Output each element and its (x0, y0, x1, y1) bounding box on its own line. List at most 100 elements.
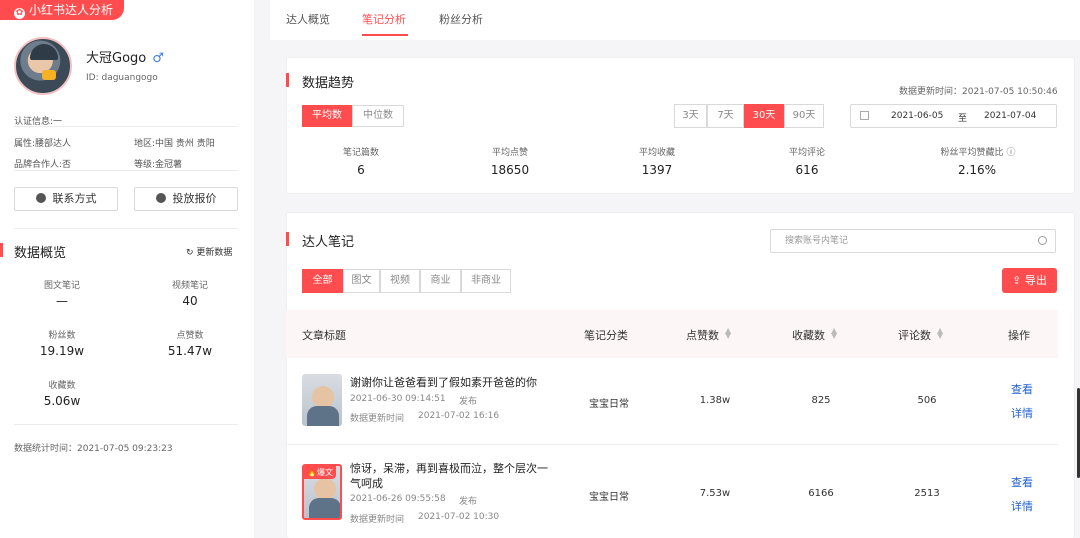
note-update-time: 2021-07-02 10:30 (418, 512, 500, 522)
filter-image-text[interactable]: 图文 (343, 269, 380, 293)
metric-value: 18650 (490, 163, 530, 177)
metric-value: 616 (795, 163, 819, 177)
note-likes: 1.38w (699, 395, 731, 406)
stat-value: — (56, 294, 68, 308)
note-favs: 825 (811, 395, 831, 406)
note-update-label: 数据更新时间 (350, 515, 405, 525)
eye-icon (35, 193, 46, 203)
metric-label: 平均评论 (788, 148, 825, 158)
region-info: 地区:中国 贵州 贵阳 (134, 139, 215, 149)
date-range-picker[interactable]: 2021-06-05 至 2021-07-04 (850, 104, 1057, 128)
note-thumbnail[interactable]: 🔥爆文 (302, 464, 342, 520)
note-publish: 发布 (459, 497, 478, 507)
mode-median[interactable]: 中位数 (352, 105, 404, 127)
app-badge: ✿ 小红书达人分析 (0, 0, 124, 20)
metric-value: 6 (357, 163, 365, 177)
trend-update-time: 数据更新时间：2021-07-05 10:50:46 (899, 87, 1058, 97)
mode-average[interactable]: 平均数 (302, 105, 352, 127)
note-search-input[interactable]: 搜索账号内笔记 (770, 229, 1056, 253)
tab-notes[interactable]: 笔记分析 (362, 11, 406, 27)
note-likes: 7.53w (699, 488, 731, 499)
view-link[interactable]: 查看 (1011, 474, 1033, 490)
help-icon[interactable]: ⓘ (1006, 148, 1015, 158)
money-icon (155, 193, 166, 203)
sort-icon: ▲ ▼ (725, 326, 732, 340)
fire-icon: 🔥 (307, 468, 317, 477)
search-icon[interactable] (1038, 236, 1047, 245)
filter-video[interactable]: 视频 (380, 269, 420, 293)
stat-label: 粉丝数 (48, 331, 76, 341)
sort-icon: ▲ ▼ (937, 326, 944, 340)
metric-label: 笔记篇数 (342, 148, 379, 158)
stat-time: 数据统计时间：2021-07-05 09:23:23 (14, 444, 173, 454)
metric-label: 平均收藏 (638, 148, 675, 158)
date-to: 2021-07-04 (984, 111, 1037, 121)
range-90d[interactable]: 90天 (784, 104, 824, 128)
detail-link[interactable]: 详情 (1011, 498, 1033, 514)
range-30d[interactable]: 30天 (744, 104, 784, 128)
col-favs[interactable]: 收藏数 ▲ ▼ (792, 327, 837, 343)
export-button[interactable]: ⇪ 导出 (1002, 268, 1057, 293)
app-badge-label: 小红书达人分析 (29, 3, 114, 17)
date-from: 2021-06-05 (891, 111, 944, 121)
note-update-time: 2021-07-02 16:16 (418, 411, 500, 421)
col-comments[interactable]: 评论数 ▲ ▼ (898, 327, 943, 343)
note-date: 2021-06-26 09:55:58 (350, 494, 446, 504)
overview-title: 数据概览 (14, 246, 67, 261)
refresh-icon: ↻ (186, 248, 197, 258)
stat-value: 40 (182, 294, 198, 308)
note-comments: 506 (917, 395, 937, 406)
tab-bar: 达人概览 笔记分析 粉丝分析 (270, 0, 1080, 40)
stat-value: 19.19w (39, 344, 85, 358)
range-7d[interactable]: 7天 (707, 104, 744, 128)
male-icon: ♂ (152, 51, 164, 66)
detail-link[interactable]: 详情 (1011, 405, 1033, 421)
stat-value: 5.06w (43, 394, 81, 408)
view-link[interactable]: 查看 (1011, 381, 1033, 397)
metric-label: 粉丝平均赞藏比 ⓘ (940, 148, 1016, 158)
hot-badge: 🔥爆文 (304, 466, 336, 479)
note-category: 宝宝日常 (589, 399, 629, 410)
stat-label: 图文笔记 (43, 281, 80, 291)
filter-all[interactable]: 全部 (302, 269, 343, 293)
calendar-icon (860, 111, 869, 120)
export-icon: ⇪ (1012, 274, 1025, 287)
note-comments: 2513 (914, 488, 940, 499)
level-info: 等级:金冠薯 (134, 160, 183, 170)
col-likes[interactable]: 点赞数 ▲ ▼ (686, 327, 731, 343)
filter-commercial[interactable]: 商业 (420, 269, 461, 293)
profile-name: 大冠Gogo ♂ (86, 51, 164, 66)
note-date: 2021-06-30 09:14:51 (350, 394, 446, 404)
brand-info: 品牌合作人:否 (14, 160, 72, 170)
stat-value: 51.47w (167, 344, 213, 358)
tab-indicator (362, 34, 408, 36)
sidebar: ✿ 小红书达人分析 大冠Gogo ♂ ID: daguangogo 认证信息:一 属… (0, 0, 254, 538)
note-favs: 6166 (808, 488, 834, 499)
note-title[interactable]: 惊讶，呆滞，再到喜极而泣，整个层次一气呵成 (350, 461, 550, 491)
note-title[interactable]: 谢谢你让爸爸看到了假如素开爸爸的你 (350, 375, 570, 390)
main-panel: 达人概览 笔记分析 粉丝分析 数据趋势 数据更新时间：2021-07-05 10… (270, 0, 1080, 538)
contact-button[interactable]: 联系方式 (14, 187, 118, 211)
filter-noncommercial[interactable]: 非商业 (461, 269, 511, 293)
avatar (14, 37, 72, 95)
col-actions: 操作 (1008, 329, 1030, 342)
range-3d[interactable]: 3天 (674, 104, 707, 128)
metric-value: 1397 (641, 163, 673, 177)
profile-id: ID: daguangogo (86, 73, 158, 83)
quote-button[interactable]: 投放报价 (134, 187, 238, 211)
sort-icon: ▲ ▼ (831, 326, 838, 340)
refresh-data-button[interactable]: ↻ 更新数据 (186, 245, 232, 258)
date-separator: 至 (958, 114, 968, 124)
tab-fans[interactable]: 粉丝分析 (439, 11, 483, 27)
trend-title: 数据趋势 (302, 76, 355, 91)
flower-icon: ✿ (14, 8, 25, 19)
metric-label: 平均点赞 (491, 148, 528, 158)
note-thumbnail[interactable] (302, 374, 342, 426)
notes-title: 达人笔记 (302, 235, 355, 250)
stat-label: 收藏数 (48, 381, 76, 391)
tab-overview[interactable]: 达人概览 (286, 11, 330, 27)
note-category: 宝宝日常 (589, 492, 629, 503)
col-category: 笔记分类 (584, 329, 628, 342)
note-update-label: 数据更新时间 (350, 414, 405, 424)
attribute-info: 属性:腰部达人 (14, 139, 72, 149)
